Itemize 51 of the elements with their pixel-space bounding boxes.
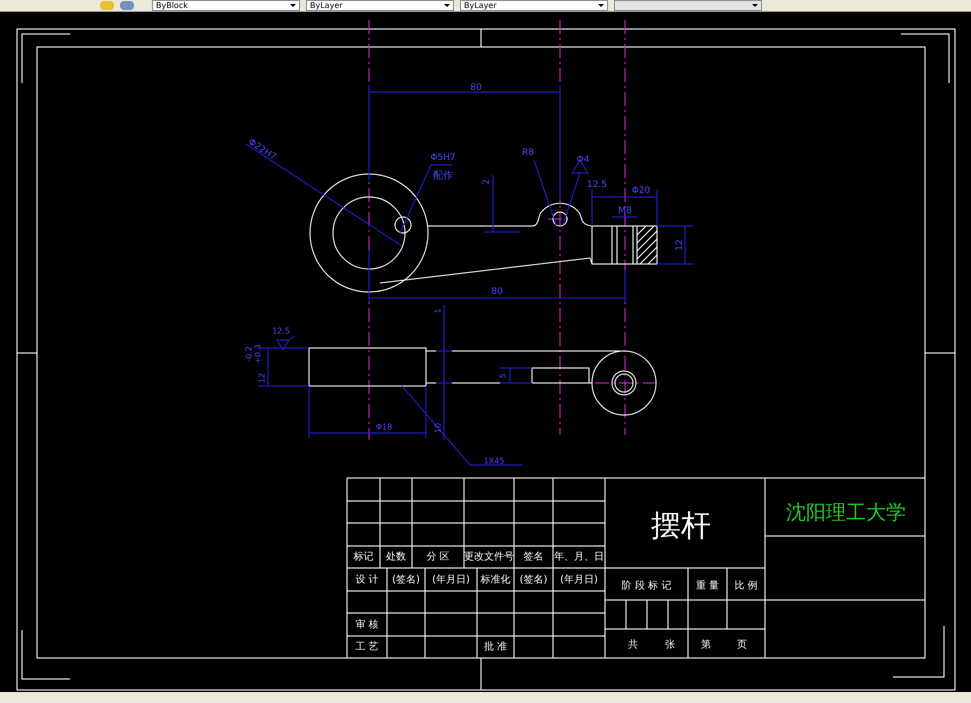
title-block-label: 阶 段 标 记 <box>622 580 672 592</box>
property-dropdown[interactable]: ByBlock <box>152 0 300 11</box>
dimension-text: 12 <box>258 372 266 384</box>
dimension-text: R8 <box>522 148 534 158</box>
title-block-label: (签名) <box>392 574 420 586</box>
caret-icon <box>290 4 296 7</box>
caret-icon <box>752 4 758 7</box>
title-block-label: 张 <box>665 640 675 650</box>
caret-icon <box>444 4 450 7</box>
caret-icon <box>598 4 604 7</box>
title-block-label: (年月日) <box>432 574 470 586</box>
dimension-text: 1 <box>434 308 442 314</box>
dimension-text: Φ5H7 <box>430 153 456 163</box>
dimension-text: -0.2 <box>244 346 254 362</box>
title-block-label: 第 <box>701 640 711 650</box>
title-block-label: 工 艺 <box>355 642 379 652</box>
title-block-label: 页 <box>737 640 747 650</box>
title-block-label: 更改文件号 <box>464 552 514 562</box>
dimension-text: 12 <box>675 239 685 251</box>
dimension-text: 5 <box>498 373 508 379</box>
title-block-label: 设 计 <box>355 574 379 586</box>
part-name: 摆杆 <box>651 508 711 544</box>
dimension-text: +0.3 <box>254 344 262 364</box>
title-block-label: 批 准 <box>484 642 508 652</box>
dimension-text: 10 <box>434 422 442 434</box>
title-block-label: 处数 <box>386 552 406 562</box>
dimension-text: M8 <box>618 206 632 216</box>
dimension-text: Φ4 <box>576 155 590 165</box>
dimension-text: 2 <box>482 179 492 185</box>
title-block-label: 分 区 <box>426 552 450 562</box>
title-block-label: 审 核 <box>355 620 379 630</box>
title-block-label: 签名 <box>524 552 544 562</box>
title-block-label: 比 例 <box>734 580 758 592</box>
dimension-text: 12.5 <box>272 326 290 336</box>
title-block-label: 重 量 <box>696 580 720 592</box>
dimension-text: 80 <box>491 287 503 297</box>
property-dropdown[interactable]: ByLayer <box>306 0 454 11</box>
title-block-label: 共 <box>628 640 638 650</box>
dimension-text: Φ20 <box>632 186 650 196</box>
dimension-text: 12.5 <box>586 180 608 190</box>
property-dropdown[interactable]: ByLayer <box>460 0 608 11</box>
dimension-text: 配作 <box>433 170 453 182</box>
dimension-text: Φ18 <box>376 422 392 432</box>
title-block-label: 年、月、日 <box>554 552 604 562</box>
school-name: 沈阳理工大学 <box>786 500 906 524</box>
title-block-label: 标准化 <box>480 574 510 586</box>
title-block-label: (签名) <box>520 574 548 586</box>
title-block-label: (年月日) <box>560 574 598 586</box>
title-block-label: 标记 <box>354 552 374 562</box>
dimension-text: 80 <box>470 83 482 93</box>
dimension-text: 1X45 <box>484 456 504 466</box>
